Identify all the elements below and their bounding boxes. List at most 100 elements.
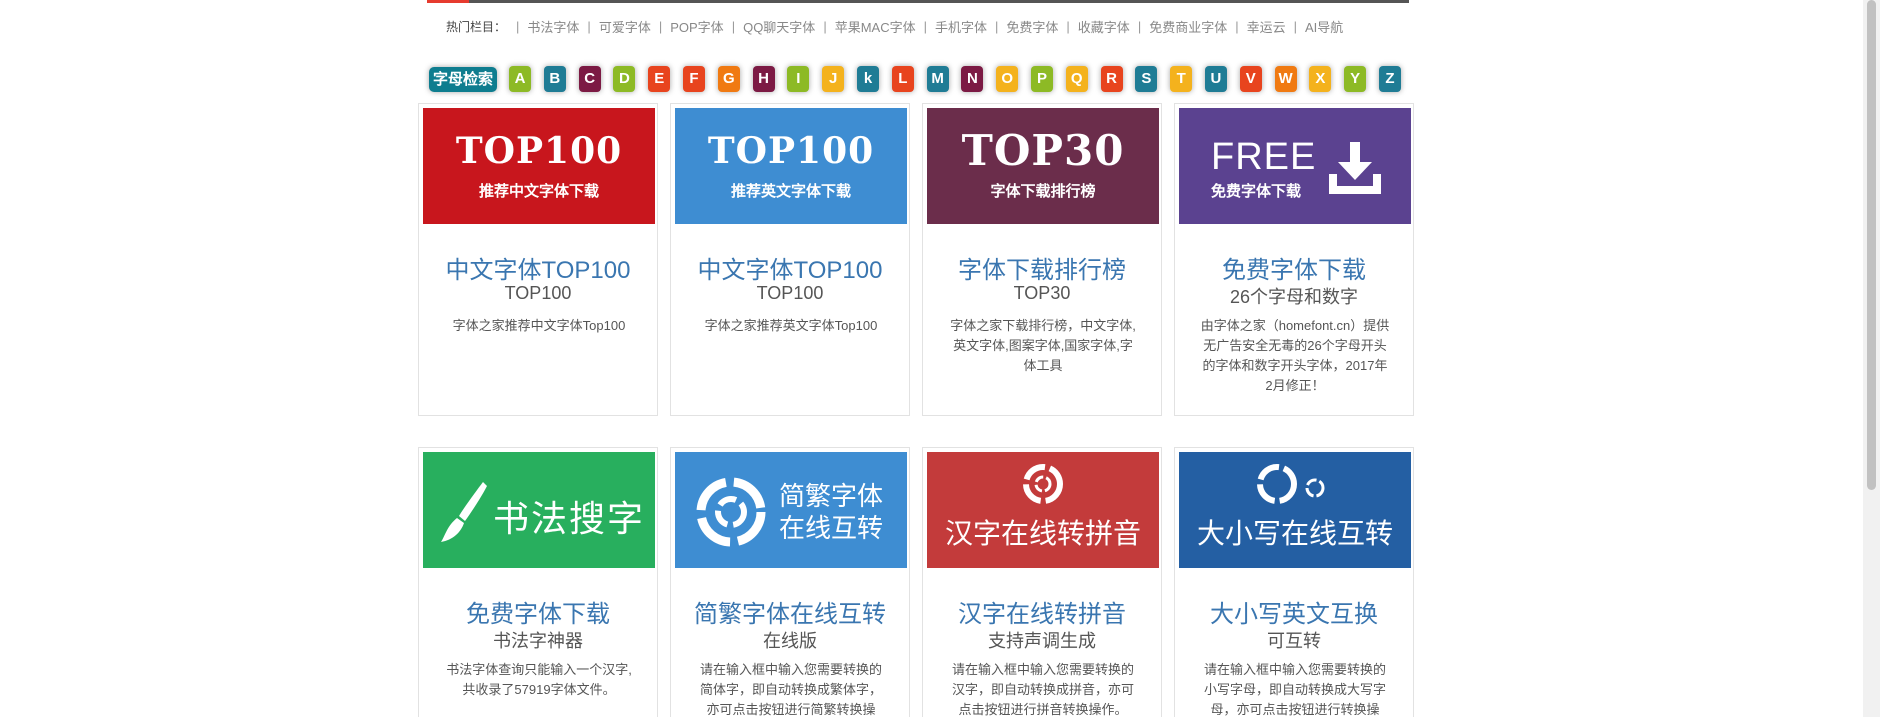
- card-title[interactable]: 免费字体下载: [419, 594, 657, 629]
- card-en-top100[interactable]: TOP100 推荐英文字体下载 中文字体TOP100 TOP100 字体之家推荐…: [670, 103, 910, 416]
- card-title[interactable]: 简繁字体在线互转: [671, 594, 909, 629]
- letter-button-s[interactable]: S: [1135, 66, 1158, 92]
- banner-big-text: TOP30: [961, 126, 1125, 175]
- card-simplified-traditional[interactable]: 简繁字体 在线互转 简繁字体在线互转 在线版 请在输入框中输入您需要转换的简体字…: [670, 447, 910, 717]
- banner-big-text: TOP100: [707, 130, 875, 172]
- card-title[interactable]: 大小写英文互换: [1175, 594, 1413, 629]
- card-pinyin[interactable]: 汉字在线转拼音 汉字在线转拼音 支持声调生成 请在输入框中输入您需要转换的汉字，…: [922, 447, 1162, 717]
- nav-separator: |: [823, 18, 827, 34]
- letter-button-j[interactable]: J: [822, 66, 845, 92]
- letter-search-bar: 字母检索 ABCDEFGHIJkLMNOPQRSTUVWXYZ: [429, 65, 1414, 93]
- letter-button-z[interactable]: Z: [1378, 66, 1401, 92]
- letter-button-m[interactable]: M: [926, 66, 949, 92]
- letter-button-r[interactable]: R: [1100, 66, 1123, 92]
- card-title[interactable]: 中文字体TOP100: [671, 250, 909, 285]
- card-title[interactable]: 中文字体TOP100: [419, 250, 657, 285]
- banner-sub-text: 免费字体下载: [1211, 183, 1302, 200]
- letter-button-l[interactable]: L: [891, 66, 914, 92]
- card-subtitle: 支持声调生成: [988, 631, 1096, 651]
- brush-icon: [441, 482, 487, 542]
- nav-separator: |: [1137, 18, 1142, 34]
- card-description: 请在输入框中输入您需要转换的简体字，即自动转换成繁体字，亦可点击按钮进行简繁转换…: [699, 662, 882, 717]
- card-banner[interactable]: TOP30 字体下载排行榜: [927, 108, 1159, 224]
- download-icon: [1329, 142, 1381, 194]
- card-cn-top100[interactable]: TOP100 推荐中文字体下载 中文字体TOP100 TOP100 字体之家推荐…: [418, 103, 658, 416]
- letter-button-y[interactable]: Y: [1344, 66, 1367, 92]
- nav-link-calligraphy[interactable]: 书法字体: [527, 17, 579, 36]
- letter-button-p[interactable]: P: [1030, 66, 1053, 92]
- card-subtitle: TOP30: [1013, 283, 1071, 303]
- banner-big-text: 书法搜字: [493, 499, 646, 540]
- nav-link-ai[interactable]: AI导航: [1305, 17, 1343, 36]
- nav-separator: |: [995, 18, 999, 34]
- page: 热门栏目： | 书法字体 | 可爱字体 | POP字体 | QQ聊天字体 | 苹果MAC…: [0, 0, 1880, 717]
- nav-link-free[interactable]: 免费字体: [1006, 17, 1058, 36]
- card-banner[interactable]: TOP100 推荐英文字体下载: [675, 108, 907, 224]
- card-free-fonts[interactable]: FREE 免费字体下载 免费字体下载 26个字母和数字 由字体之家（homefo…: [1174, 103, 1414, 416]
- card-case-convert[interactable]: 大小写在线互转 大小写英文互换 可互转 请在输入框中输入您需要转换的小写字母，即…: [1174, 447, 1414, 717]
- letter-button-o[interactable]: O: [996, 66, 1019, 92]
- card-title[interactable]: 汉字在线转拼音: [923, 594, 1161, 629]
- card-banner[interactable]: FREE 免费字体下载: [1179, 108, 1411, 224]
- letter-button-t[interactable]: T: [1170, 66, 1193, 92]
- letter-list: ABCDEFGHIJkLMNOPQRSTUVWXYZ: [509, 66, 1414, 92]
- letter-button-n[interactable]: N: [961, 66, 984, 92]
- card-description: 字体之家推荐英文字体Top100: [704, 318, 878, 333]
- convert-icon: [1257, 464, 1325, 504]
- banner-sub-text: 推荐英文字体下载: [730, 183, 851, 200]
- card-banner[interactable]: 书法搜字: [423, 452, 655, 568]
- nav-link-favorites[interactable]: 收藏字体: [1078, 17, 1130, 36]
- letter-button-x[interactable]: X: [1309, 66, 1332, 92]
- nav-link-mobile[interactable]: 手机字体: [935, 17, 987, 36]
- card-description: 由字体之家（homefont.cn）提供无广告安全无毒的26个字母开头的字体和数…: [1200, 318, 1390, 393]
- card-banner[interactable]: 简繁字体 在线互转: [675, 452, 907, 568]
- letter-button-q[interactable]: Q: [1065, 66, 1088, 92]
- card-download-ranking[interactable]: TOP30 字体下载排行榜 字体下载排行榜 TOP30 字体之家下载排行榜，中文…: [922, 103, 1162, 416]
- nav-separator: |: [1066, 18, 1070, 34]
- banner-line-2: 在线互转: [779, 513, 884, 543]
- hot-categories-nav: 热门栏目： | 书法字体 | 可爱字体 | POP字体 | QQ聊天字体 | 苹果MAC…: [446, 17, 1351, 35]
- banner-big-text: 大小写在线互转: [1196, 518, 1393, 549]
- nav-separator: |: [516, 18, 520, 34]
- nav-link-pop[interactable]: POP字体: [670, 17, 723, 36]
- banner-big-text: FREE: [1211, 136, 1317, 178]
- nav-separator: |: [923, 18, 927, 34]
- letter-button-b[interactable]: B: [543, 66, 566, 92]
- nav-link-qq[interactable]: QQ聊天字体: [743, 17, 815, 36]
- letter-button-v[interactable]: V: [1239, 66, 1262, 92]
- card-calligraphy-search[interactable]: 书法搜字 免费字体下载 书法字神器 书法字体查询只能输入一个汉字,共收录了579…: [418, 447, 658, 717]
- card-title[interactable]: 字体下载排行榜: [923, 250, 1161, 285]
- letter-button-e[interactable]: E: [648, 66, 671, 92]
- card-banner[interactable]: TOP100 推荐中文字体下载: [423, 108, 655, 224]
- card-title[interactable]: 免费字体下载: [1175, 250, 1413, 285]
- banner-sub-text: 推荐中文字体下载: [478, 183, 599, 200]
- scrollbar-thumb[interactable]: [1867, 0, 1876, 490]
- letter-button-u[interactable]: U: [1204, 66, 1227, 92]
- card-description: 请在输入框中输入您需要转换的汉字，即自动转换成拼音，亦可点击按钮进行拼音转换操作…: [951, 662, 1134, 717]
- nav-link-cute[interactable]: 可爱字体: [599, 17, 651, 36]
- letter-button-w[interactable]: W: [1274, 66, 1297, 92]
- nav-link-lucky-cloud[interactable]: 幸运云: [1247, 17, 1286, 36]
- card-banner[interactable]: 大小写在线互转: [1179, 452, 1411, 568]
- letter-button-c[interactable]: C: [578, 66, 601, 92]
- letter-button-i[interactable]: I: [787, 66, 810, 92]
- scrollbar-track[interactable]: [1863, 0, 1880, 717]
- letter-button-d[interactable]: D: [613, 66, 636, 92]
- card-description: 字体之家下载排行榜，中文字体,英文字体,图案字体,国家字体,字体工具: [950, 318, 1136, 373]
- nav-separator: |: [658, 18, 663, 34]
- hot-categories-label: 热门栏目：: [446, 19, 507, 34]
- card-banner[interactable]: 汉字在线转拼音: [927, 452, 1159, 568]
- banner-line-1: 简繁字体: [779, 481, 884, 511]
- letter-button-f[interactable]: F: [683, 66, 705, 92]
- banner-big-text: 汉字在线转拼音: [944, 518, 1141, 549]
- letter-button-g[interactable]: G: [717, 66, 740, 92]
- letter-button-a[interactable]: A: [509, 66, 532, 92]
- convert-icon: [696, 477, 766, 547]
- nav-link-free-commercial[interactable]: 免费商业字体: [1149, 17, 1227, 36]
- letter-search-label: 字母检索: [429, 66, 498, 92]
- letter-button-k[interactable]: k: [856, 66, 879, 92]
- card-description: 请在输入框中输入您需要转换的小写字母，即自动转换成大写字母，亦可点击按钮进行转换…: [1203, 662, 1386, 717]
- letter-button-h[interactable]: H: [752, 66, 775, 92]
- nav-link-mac[interactable]: 苹果MAC字体: [835, 17, 916, 36]
- top-border: [427, 0, 1409, 3]
